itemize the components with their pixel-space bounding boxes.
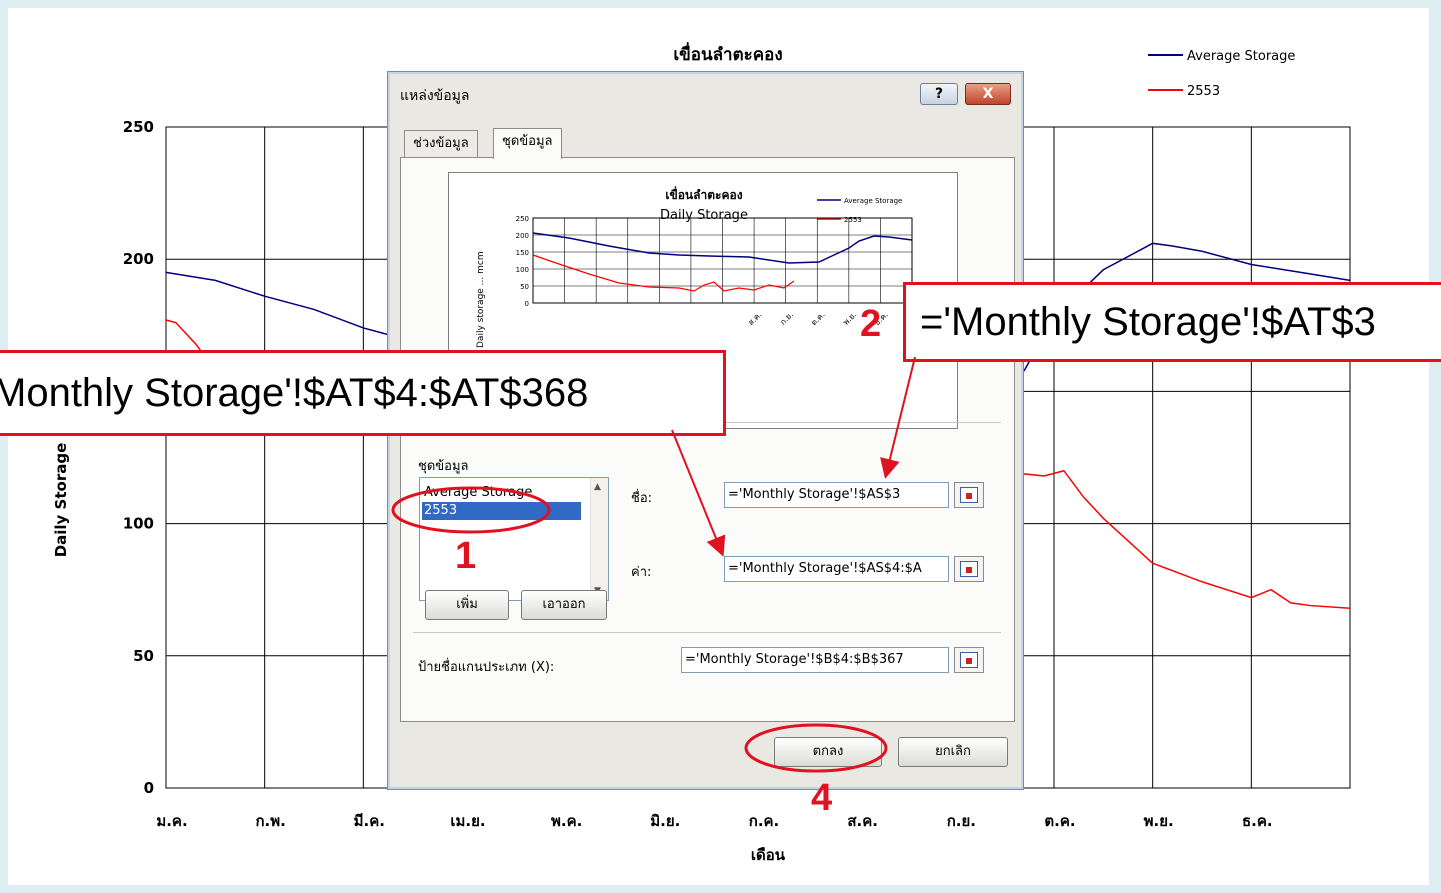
collapse-dialog-icon [960, 652, 978, 668]
preview-x-tick: ต.ค. [809, 310, 826, 327]
category-range-field[interactable]: ='Monthly Storage'!$B$4:$B$367 [681, 647, 949, 673]
legend-label-average: Average Storage [1187, 49, 1295, 64]
legend: Average Storage 2553 [1148, 49, 1295, 99]
series-scrollbar[interactable]: ▲ ▼ [590, 478, 608, 600]
preview-title: เขื่อนลำตะคอง [665, 186, 742, 202]
name-label: ชื่อ: [631, 491, 653, 506]
step-4-marker: 4 [811, 777, 833, 819]
x-tick-label: ธ.ค. [1242, 812, 1273, 830]
tab-data-range[interactable]: ช่วงข้อมูล [404, 130, 478, 157]
values-range-button[interactable] [954, 556, 984, 582]
x-tick-label: ก.ย. [947, 812, 976, 830]
x-tick-label: ก.ค. [749, 812, 780, 830]
dialog-title: แหล่งข้อมูล [400, 88, 470, 104]
separator-bottom [413, 632, 1001, 633]
preview-y-tick: 50 [520, 283, 529, 291]
preview-subtitle: Daily Storage [660, 208, 748, 223]
ok-button[interactable]: ตกลง [774, 737, 882, 767]
series-item-2553[interactable]: 2553 [422, 502, 581, 520]
x-tick-label: มิ.ย. [650, 812, 680, 830]
series-group-label: ชุดข้อมูล [418, 459, 469, 474]
preview-y-tick: 100 [516, 266, 529, 274]
legend-label-2553: 2553 [1187, 84, 1220, 99]
category-label: ป้ายชื่อแกนประเภท (X): [418, 660, 555, 675]
scroll-up-icon[interactable]: ▲ [594, 482, 601, 492]
preview-x-tick: ก.ย. [778, 310, 795, 327]
callout-name-range: ='Monthly Storage'!$AT$3 [903, 282, 1441, 362]
preview-series-2553 [532, 254, 795, 292]
y-tick-label: 100 [123, 515, 154, 533]
preview-y-tick: 0 [525, 300, 529, 308]
x-tick-label: มี.ค. [354, 812, 385, 830]
values-label: ค่า: [631, 565, 652, 580]
x-tick-label: ก.พ. [255, 812, 285, 830]
cancel-button[interactable]: ยกเลิก [898, 737, 1008, 767]
step-1-marker: 1 [455, 535, 477, 577]
category-range-button[interactable] [954, 647, 984, 673]
y-tick-label: 50 [133, 647, 154, 665]
close-button[interactable]: X [965, 83, 1011, 105]
callout-values-text: Monthly Storage'!$AT$4:$AT$368 [0, 371, 589, 415]
y-tick-label: 250 [123, 118, 154, 136]
y-tick-label: 200 [123, 250, 154, 268]
name-range-button[interactable] [954, 482, 984, 508]
x-axis-label: เดือน [751, 846, 786, 864]
series-tab-panel: เขื่อนลำตะคอง Daily Storage Average Stor… [400, 157, 1015, 722]
x-tick-label: พ.ย. [1144, 812, 1174, 830]
series-item-average[interactable]: Average Storage [422, 484, 581, 502]
preview-ylabel: Daily storage ... mcm [476, 251, 486, 348]
x-tick-label: ต.ค. [1044, 812, 1075, 830]
preview-legend-average: Average Storage [844, 197, 902, 205]
help-button[interactable]: ? [920, 83, 958, 105]
add-series-button[interactable]: เพิ่ม [425, 590, 509, 620]
y-axis-label: Daily Storage [52, 443, 70, 558]
preview-y-tick: 200 [516, 232, 529, 240]
x-tick-label: ม.ค. [156, 812, 187, 830]
preview-legend-2553: 2553 [844, 216, 862, 224]
preview-x-tick: ส.ค. [746, 310, 763, 327]
remove-series-button[interactable]: เอาออก [521, 590, 607, 620]
step-2-marker: 2 [860, 303, 882, 345]
preview-y-tick: 250 [516, 215, 529, 223]
collapse-dialog-icon [960, 487, 978, 503]
collapse-dialog-icon [960, 561, 978, 577]
x-tick-label: เม.ย. [450, 812, 485, 830]
preview-x-tick: พ.ย. [841, 310, 858, 327]
tab-series[interactable]: ชุดข้อมูล [493, 128, 562, 159]
x-tick-label: พ.ค. [551, 812, 582, 830]
y-tick-label: 0 [144, 779, 154, 797]
series-values-field[interactable]: ='Monthly Storage'!$AS$4:$A [724, 556, 949, 582]
callout-name-text: ='Monthly Storage'!$AT$3 [920, 300, 1376, 344]
series-listbox[interactable]: Average Storage 2553 ▲ ▼ [419, 477, 609, 601]
x-tick-label: ส.ค. [847, 812, 878, 830]
preview-y-tick: 150 [516, 249, 529, 257]
callout-values-range: Monthly Storage'!$AT$4:$AT$368 [0, 350, 726, 436]
series-name-field[interactable]: ='Monthly Storage'!$AS$3 [724, 482, 949, 508]
chart-title: เขื่อนลำตะคอง [673, 42, 782, 65]
